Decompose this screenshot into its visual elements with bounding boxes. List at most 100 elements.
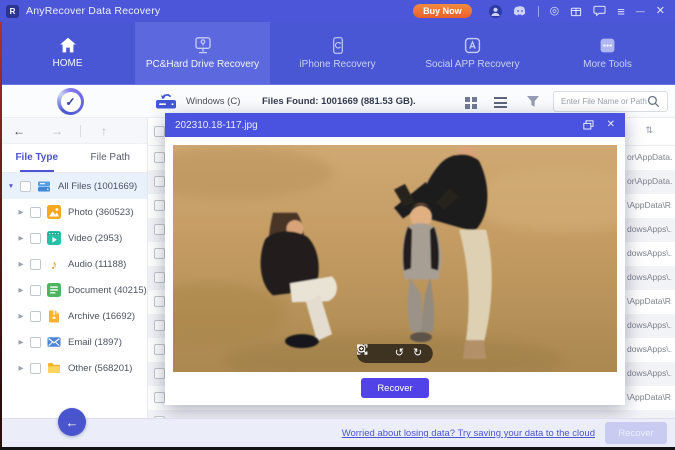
tree-item-all-files[interactable]: ▼ All Files (1001669) xyxy=(0,173,147,199)
cloud-backup-link[interactable]: Worried about losing data? Try saving yo… xyxy=(342,428,595,439)
search-icon[interactable] xyxy=(647,95,660,108)
tree-item-label: Audio (11188) xyxy=(68,259,126,270)
file-path-cell: dowsApps\... xyxy=(627,320,672,330)
caret-right-icon[interactable]: ▶ xyxy=(16,234,26,242)
folder-icon xyxy=(47,361,61,375)
discord-icon[interactable] xyxy=(513,6,527,17)
tab-pc-hard-drive-recovery[interactable]: PC&Hard Drive Recovery xyxy=(135,22,270,84)
caret-down-icon[interactable]: ▼ xyxy=(6,183,16,190)
tree-item-video[interactable]: ▶ Video (2953) xyxy=(0,225,147,251)
menu-hamburger-icon[interactable]: ≡ xyxy=(617,5,625,18)
row-checkbox[interactable] xyxy=(154,152,165,163)
all-files-icon xyxy=(37,179,51,193)
files-found-status: Files Found: 1001669 (881.53 GB). xyxy=(262,96,416,107)
social-app-recovery-icon xyxy=(464,37,481,54)
screen-edge-artifact xyxy=(0,22,2,450)
tree-item-document[interactable]: ▶ Document (40215) xyxy=(0,277,147,303)
footer-recover-button-disabled[interactable]: Recover xyxy=(605,422,667,444)
document-icon xyxy=(47,283,61,297)
tree-item-other[interactable]: ▶ Other (568201) xyxy=(0,355,147,381)
minimize-icon[interactable]: — xyxy=(636,7,645,16)
row-checkbox[interactable] xyxy=(154,248,165,259)
home-icon xyxy=(59,37,77,53)
caret-right-icon[interactable]: ▶ xyxy=(16,260,26,268)
tab-social-app-recovery-label: Social APP Recovery xyxy=(425,59,519,70)
back-arrow-button[interactable]: ← xyxy=(0,124,38,138)
photo-toolbar: ↺ ↻ xyxy=(357,344,433,363)
file-path-cell: or\AppData... xyxy=(627,176,672,186)
caret-right-icon[interactable]: ▶ xyxy=(16,338,26,346)
pc-recovery-icon xyxy=(193,37,213,54)
forward-arrow-button[interactable]: → xyxy=(38,124,76,138)
chat-bubble-icon[interactable] xyxy=(593,5,606,17)
other-checkbox[interactable] xyxy=(30,363,41,374)
preview-modal: 202310.18-117.jpg ✕ xyxy=(165,113,625,405)
modal-close-icon[interactable]: ✕ xyxy=(607,120,615,130)
row-checkbox[interactable] xyxy=(154,392,165,403)
document-checkbox[interactable] xyxy=(30,285,41,296)
row-checkbox[interactable] xyxy=(154,224,165,235)
archive-checkbox[interactable] xyxy=(30,311,41,322)
tab-more-tools[interactable]: More Tools xyxy=(540,22,675,84)
tab-file-path[interactable]: File Path xyxy=(74,144,148,172)
row-checkbox[interactable] xyxy=(154,344,165,355)
maximize-icon[interactable] xyxy=(583,120,594,130)
up-arrow-button[interactable]: ↑ xyxy=(85,124,123,138)
tab-pc-recovery-label: PC&Hard Drive Recovery xyxy=(146,59,259,70)
row-checkbox[interactable] xyxy=(154,320,165,331)
tab-file-type[interactable]: File Type xyxy=(0,144,74,172)
iphone-recovery-icon xyxy=(332,37,344,54)
file-path-cell: \AppData\R... xyxy=(627,200,672,210)
select-all-checkbox[interactable] xyxy=(154,126,165,137)
rotate-left-icon[interactable]: ↺ xyxy=(395,348,404,359)
email-checkbox[interactable] xyxy=(30,337,41,348)
close-icon[interactable]: ✕ xyxy=(656,6,665,17)
file-path-cell: \AppData\R... xyxy=(627,392,672,402)
caret-right-icon[interactable]: ▶ xyxy=(16,364,26,372)
grid-view-icon[interactable] xyxy=(465,97,477,109)
buy-now-button[interactable]: Buy Now xyxy=(413,4,472,18)
tree-item-archive[interactable]: ▶ Archive (16692) xyxy=(0,303,147,329)
tab-social-app-recovery[interactable]: Social APP Recovery xyxy=(405,22,540,84)
tab-home[interactable]: HOME xyxy=(0,22,135,84)
table-row[interactable] xyxy=(148,410,675,418)
caret-right-icon[interactable]: ▶ xyxy=(16,208,26,216)
email-icon xyxy=(47,335,61,349)
drive-icon xyxy=(155,92,177,110)
support-target-icon[interactable]: ◎ xyxy=(550,6,560,17)
video-checkbox[interactable] xyxy=(30,233,41,244)
more-tools-icon xyxy=(599,37,616,54)
row-checkbox[interactable] xyxy=(154,296,165,307)
row-checkbox[interactable] xyxy=(154,368,165,379)
sort-icon[interactable]: ⇅ xyxy=(645,125,653,136)
tree-item-audio[interactable]: ▶ ♪ Audio (11188) xyxy=(0,251,147,277)
photo-checkbox[interactable] xyxy=(30,207,41,218)
audio-checkbox[interactable] xyxy=(30,259,41,270)
filter-icon[interactable] xyxy=(526,95,540,108)
row-checkbox[interactable] xyxy=(154,176,165,187)
tab-home-label: HOME xyxy=(53,58,83,69)
all-files-checkbox[interactable] xyxy=(20,181,31,192)
drive-label[interactable]: Windows (C) xyxy=(186,96,240,107)
video-icon xyxy=(47,231,61,245)
titlebar-divider xyxy=(538,6,539,17)
footer-back-button[interactable]: ← xyxy=(58,408,86,436)
rotate-right-icon[interactable]: ↻ xyxy=(413,348,422,359)
tree-item-label: Email (1897) xyxy=(68,337,122,348)
account-avatar-icon[interactable] xyxy=(489,5,502,18)
caret-right-icon[interactable]: ▶ xyxy=(16,312,26,320)
tree-item-label: Other (568201) xyxy=(68,363,132,374)
photo-preview: ↺ ↻ xyxy=(173,145,617,372)
modal-recover-button[interactable]: Recover xyxy=(361,378,429,398)
row-checkbox[interactable] xyxy=(154,200,165,211)
tree-item-photo[interactable]: ▶ Photo (360523) xyxy=(0,199,147,225)
row-checkbox[interactable] xyxy=(154,272,165,283)
gift-box-icon[interactable] xyxy=(570,5,582,17)
tab-iphone-recovery[interactable]: iPhone Recovery xyxy=(270,22,405,84)
list-view-icon[interactable] xyxy=(494,97,507,108)
preview-filename: 202310.18-117.jpg xyxy=(175,120,258,131)
caret-right-icon[interactable]: ▶ xyxy=(16,286,26,294)
search-input[interactable] xyxy=(561,97,647,106)
tree-item-email[interactable]: ▶ Email (1897) xyxy=(0,329,147,355)
search-box xyxy=(553,91,668,112)
